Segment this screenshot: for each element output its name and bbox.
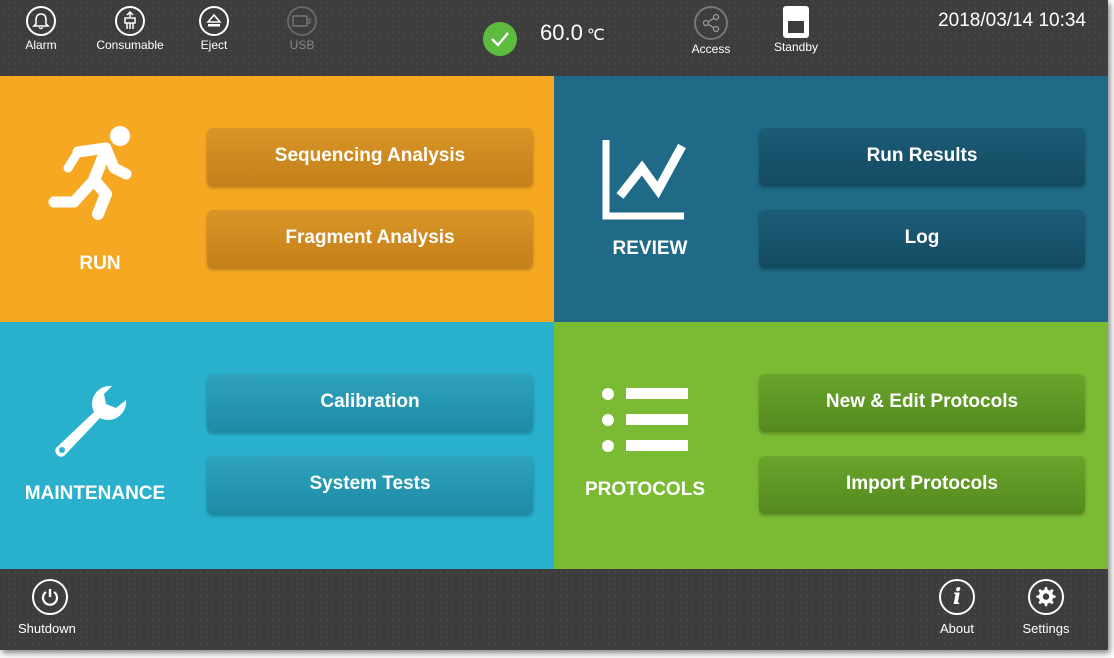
bell-icon: [26, 6, 56, 36]
standby-label: Standby: [773, 40, 819, 54]
temperature-readout: 60.0 ℃: [540, 20, 605, 46]
info-icon: i: [939, 579, 975, 615]
log-button[interactable]: Log: [759, 210, 1085, 268]
new-edit-protocols-button[interactable]: New & Edit Protocols: [759, 374, 1085, 432]
access-button[interactable]: Access: [675, 6, 747, 56]
maintenance-label: MAINTENANCE: [24, 483, 166, 504]
standby-icon: [783, 6, 809, 38]
review-label: REVIEW: [612, 238, 688, 259]
consumable-button[interactable]: Consumable: [94, 6, 166, 52]
shutdown-button[interactable]: Shutdown: [18, 579, 90, 636]
fragment-analysis-button[interactable]: Fragment Analysis: [207, 210, 533, 268]
wrench-icon: [50, 382, 130, 467]
list-icon: [598, 382, 690, 459]
eject-button[interactable]: Eject: [178, 6, 250, 52]
calibration-button[interactable]: Calibration: [207, 374, 533, 432]
usb-label: USB: [289, 38, 315, 52]
usb-icon: [287, 6, 317, 36]
protocols-label: PROTOCOLS: [585, 479, 705, 500]
run-results-button[interactable]: Run Results: [759, 128, 1085, 186]
consumable-icon: [115, 6, 145, 36]
about-button[interactable]: i About: [925, 579, 989, 636]
run-tile: RUN Sequencing Analysis Fragment Analysi…: [0, 76, 554, 322]
alarm-button[interactable]: Alarm: [5, 6, 77, 52]
settings-label: Settings: [1022, 621, 1070, 636]
running-person-icon: [48, 124, 138, 225]
about-label: About: [940, 621, 974, 636]
eject-label: Eject: [200, 38, 228, 52]
consumable-label: Consumable: [96, 38, 164, 52]
usb-button[interactable]: USB: [266, 6, 338, 52]
share-icon: [694, 6, 728, 40]
standby-button[interactable]: Standby: [760, 6, 832, 54]
system-tests-button[interactable]: System Tests: [207, 456, 533, 514]
sequencing-analysis-button[interactable]: Sequencing Analysis: [207, 128, 533, 186]
run-label: RUN: [79, 253, 121, 274]
temperature-unit: ℃: [586, 27, 605, 44]
checkmark-icon: [483, 22, 517, 56]
settings-button[interactable]: Settings: [1014, 579, 1078, 636]
eject-icon: [199, 6, 229, 36]
datetime: 2018/03/14 10:34: [938, 10, 1086, 31]
review-tile: REVIEW Run Results Log: [554, 76, 1108, 322]
alarm-label: Alarm: [25, 38, 57, 52]
app-window: Alarm Consumable Eject USB 60.0 ℃ Access…: [0, 0, 1108, 650]
gear-icon: [1028, 579, 1064, 615]
maintenance-tile: MAINTENANCE Calibration System Tests: [0, 322, 554, 569]
line-chart-icon: [602, 138, 688, 227]
temperature-value: 60.0: [540, 20, 583, 45]
power-icon: [32, 579, 68, 615]
bottom-bar: Shutdown i About Settings: [0, 569, 1108, 650]
shutdown-label: Shutdown: [18, 621, 76, 636]
access-label: Access: [691, 42, 731, 56]
protocols-tile: PROTOCOLS New & Edit Protocols Import Pr…: [554, 322, 1108, 569]
top-bar: Alarm Consumable Eject USB 60.0 ℃ Access…: [0, 0, 1108, 76]
import-protocols-button[interactable]: Import Protocols: [759, 456, 1085, 514]
